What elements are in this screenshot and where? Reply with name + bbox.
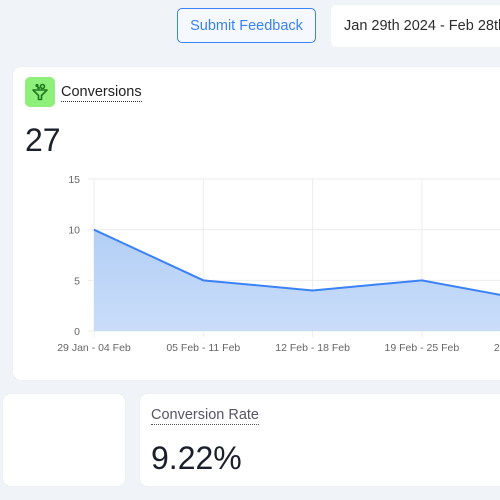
conversions-card: Conversions 27 0 5 10 15 29 Jan - 04 Feb 05 … [13,67,500,380]
conversion-rate-card: Conversion Rate 9.22% [140,394,500,486]
x-tick-label: 29 Jan - 04 Feb [57,342,131,354]
date-range-picker[interactable]: Jan 29th 2024 - Feb 28th 2024 [331,5,500,47]
conversions-chart: 0 5 10 15 29 Jan - 04 Feb 05 Feb - 11 Feb 12 … [57,174,500,354]
x-tick-label: 26 Feb - 28 Feb [494,342,500,354]
conversion-rate-title[interactable]: Conversion Rate [151,407,259,425]
x-tick-label: 12 Feb - 18 Feb [275,342,350,354]
y-tick-label: 0 [74,326,80,338]
submit-feedback-button[interactable]: Submit Feedback [177,8,316,43]
y-tick-label: 5 [74,275,80,287]
y-tick-label: 10 [68,225,80,237]
empty-metric-card [3,394,125,486]
conversion-rate-value: 9.22% [151,440,242,476]
x-tick-label: 19 Feb - 25 Feb [385,342,460,354]
date-range-label: Jan 29th 2024 - Feb 28th 2024 [344,18,500,34]
y-tick-label: 15 [68,174,80,186]
x-tick-label: 05 Feb - 11 Feb [166,342,240,354]
